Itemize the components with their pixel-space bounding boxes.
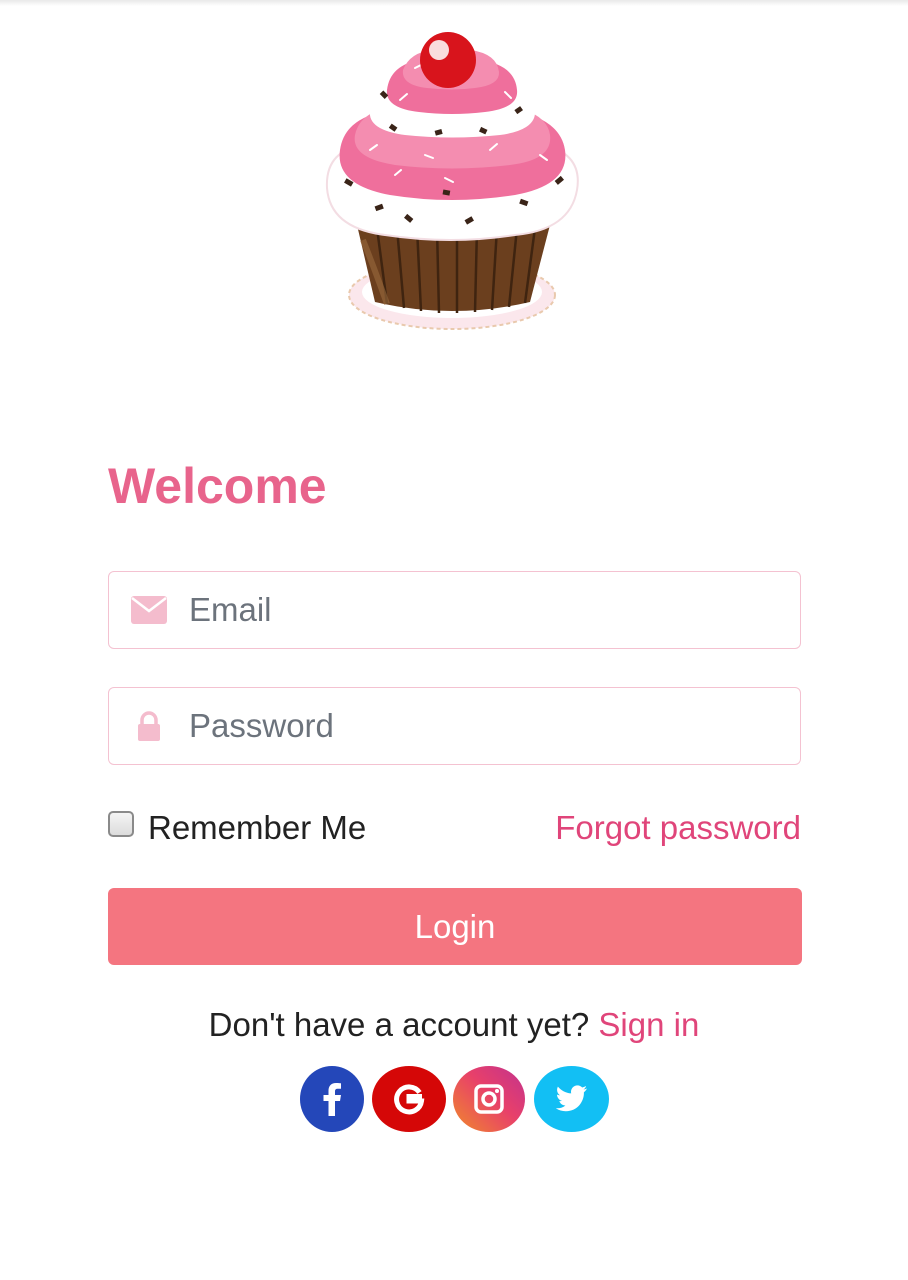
top-shadow	[0, 0, 908, 6]
login-button[interactable]: Login	[108, 888, 802, 965]
google-button[interactable]	[372, 1066, 446, 1132]
remember-me[interactable]: Remember Me	[108, 806, 366, 850]
page-title: Welcome	[108, 458, 327, 514]
remember-me-label: Remember Me	[148, 809, 367, 846]
instagram-icon	[474, 1084, 504, 1114]
forgot-password-link[interactable]: Forgot password	[555, 806, 801, 850]
email-input[interactable]	[189, 575, 800, 645]
login-page: Welcome Remember Me Forgot password Logi…	[0, 0, 908, 1280]
remember-me-checkbox[interactable]	[108, 811, 134, 837]
email-field[interactable]	[108, 571, 801, 649]
signup-prompt: Don't have a account yet? Sign in	[0, 1003, 908, 1047]
password-field[interactable]	[108, 687, 801, 765]
facebook-button[interactable]	[300, 1066, 364, 1132]
facebook-icon	[323, 1083, 341, 1116]
sign-in-link[interactable]: Sign in	[598, 1006, 699, 1043]
password-input[interactable]	[189, 691, 800, 761]
signup-prompt-text: Don't have a account yet?	[208, 1006, 590, 1043]
cupcake-logo	[325, 32, 579, 330]
twitter-button[interactable]	[534, 1066, 609, 1132]
envelope-icon	[109, 596, 189, 624]
google-icon	[394, 1084, 425, 1115]
twitter-icon	[555, 1085, 587, 1112]
instagram-button[interactable]	[453, 1066, 525, 1132]
lock-icon	[109, 711, 189, 741]
